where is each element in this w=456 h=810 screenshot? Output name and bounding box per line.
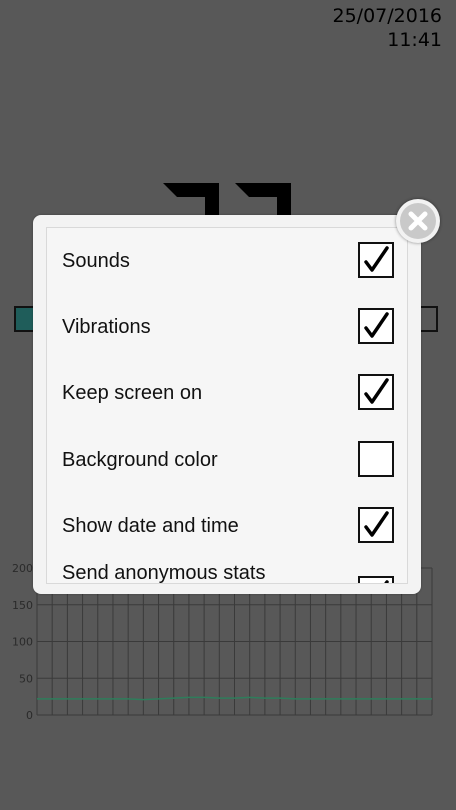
setting-row-keep-screen-on[interactable]: Keep screen on	[47, 374, 407, 414]
checkmark-icon	[364, 246, 389, 272]
checkmark-icon	[364, 511, 389, 537]
setting-row-send-stats[interactable]: Send anonymous stats	[47, 558, 407, 584]
time-text: 11:41	[387, 29, 442, 51]
background-color-checkbox[interactable]	[358, 441, 394, 477]
chart-y-tick-label: 200	[12, 562, 33, 575]
setting-row-background-color[interactable]: Background color	[47, 441, 407, 481]
setting-label: Show date and time	[62, 515, 239, 537]
chart-y-tick-label: 150	[12, 599, 33, 612]
settings-dialog: Sounds Vibrations Keep screen on Backgro…	[33, 215, 421, 594]
setting-row-sounds[interactable]: Sounds	[47, 242, 407, 282]
keep-screen-on-checkbox[interactable]	[358, 374, 394, 410]
setting-row-show-date-time[interactable]: Show date and time	[47, 507, 407, 547]
setting-label: Send anonymous stats	[62, 562, 266, 584]
setting-label: Keep screen on	[62, 382, 203, 404]
datetime-display: 25/07/2016 11:41	[332, 4, 442, 52]
sounds-checkbox[interactable]	[358, 242, 394, 278]
checkmark-icon	[364, 312, 389, 338]
checkmark-icon	[364, 378, 389, 404]
setting-label: Background color	[62, 449, 218, 471]
setting-row-vibrations[interactable]: Vibrations	[47, 308, 407, 348]
chart-y-tick-label: 0	[26, 709, 33, 722]
vibrations-checkbox[interactable]	[358, 308, 394, 344]
date-text: 25/07/2016	[332, 5, 442, 27]
chart-y-tick-label: 50	[19, 672, 33, 685]
settings-list: Sounds Vibrations Keep screen on Backgro…	[46, 227, 408, 584]
close-button[interactable]	[396, 199, 440, 243]
setting-label: Sounds	[62, 250, 130, 272]
setting-label: Vibrations	[62, 316, 151, 338]
checkmark-icon	[384, 580, 389, 583]
chart-y-tick-label: 100	[12, 636, 33, 649]
show-date-time-checkbox[interactable]	[358, 507, 394, 543]
close-icon	[408, 211, 428, 231]
send-stats-checkbox[interactable]	[358, 576, 394, 583]
